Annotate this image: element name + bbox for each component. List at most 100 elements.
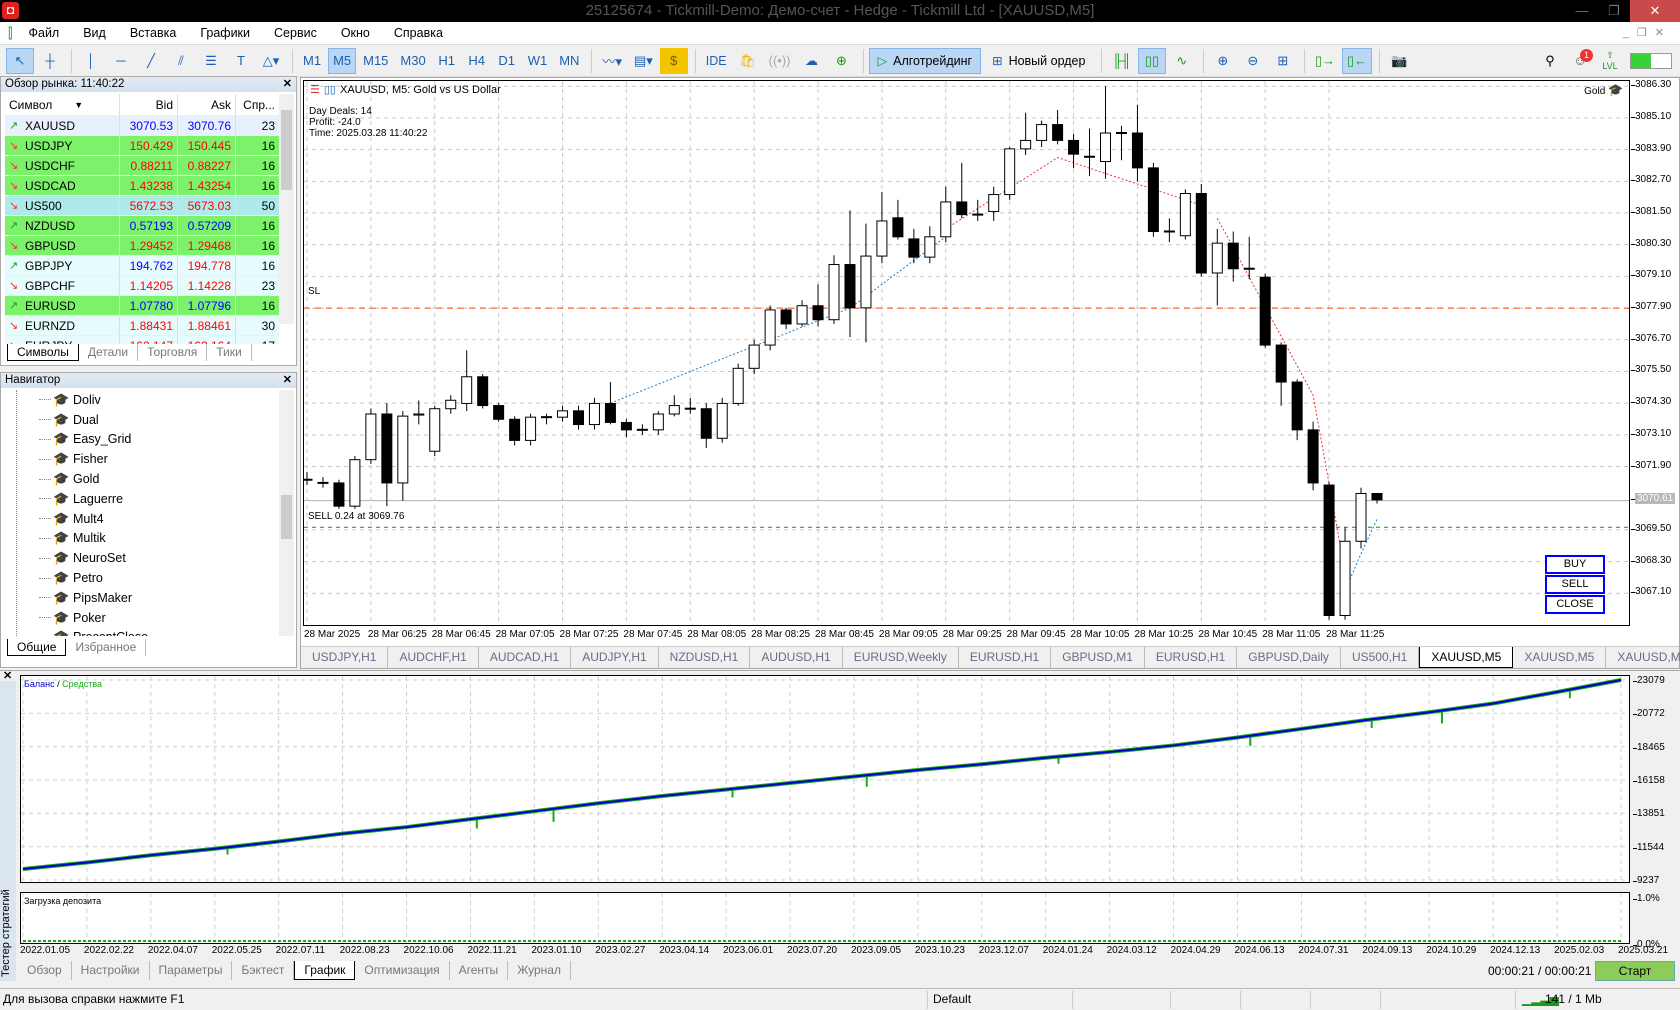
navigator-item[interactable]: 🎓 Laguerre <box>17 489 292 509</box>
screenshot-icon[interactable]: 📷 <box>1385 48 1413 74</box>
column-bid[interactable]: Bid <box>119 94 177 115</box>
tab-2[interactable]: AUDCAD,H1 <box>479 647 572 668</box>
zoom-in-icon[interactable]: ⊕ <box>1209 48 1237 74</box>
tile-windows-icon[interactable]: ⊞ <box>1269 48 1297 74</box>
navigator-item[interactable]: 🎓 Multik <box>17 529 292 549</box>
timeframe-m15[interactable]: M15 <box>358 48 393 74</box>
deposit-load-chart[interactable]: Загрузка депозита <box>20 892 1630 944</box>
close-button[interactable]: ✕ <box>1630 0 1680 22</box>
mdi-controls[interactable]: _❐✕ <box>1623 26 1672 39</box>
table-row[interactable]: ↗ EURUSD 1.07780 1.07796 16 <box>5 296 279 316</box>
table-row[interactable]: ↗ NZDUSD 0.57193 0.57209 16 <box>5 216 279 236</box>
timeframe-m30[interactable]: M30 <box>395 48 430 74</box>
shapes-icon[interactable]: △▾ <box>257 48 285 74</box>
column-spread[interactable]: Спр... <box>235 94 279 115</box>
tab-7[interactable]: Журнал <box>508 961 571 980</box>
notifications-icon[interactable]: ☺ 1 <box>1566 48 1594 74</box>
dollar-icon[interactable]: $ <box>659 47 688 74</box>
timeframe-d1[interactable]: D1 <box>493 48 521 74</box>
close-icon[interactable]: ✕ <box>3 669 12 682</box>
price-chart[interactable]: ☰ ▯▯ XAUUSD, M5: Gold vs US Dollar Day D… <box>303 80 1630 626</box>
navigator-item[interactable]: 🎓 PipsMaker <box>17 588 292 608</box>
navigator-item[interactable]: 🎓ProcentClose <box>17 628 292 636</box>
ide-button[interactable]: IDE <box>701 48 732 74</box>
signals-icon[interactable]: ((•)) <box>764 48 796 74</box>
tab-5[interactable]: Оптимизация <box>355 961 450 980</box>
navigator-item[interactable]: 🎓 Petro <box>17 568 292 588</box>
tab-1[interactable]: AUDCHF,H1 <box>388 647 479 668</box>
tab-1[interactable]: Избранное <box>66 639 147 656</box>
start-button[interactable]: Старт <box>1595 961 1675 981</box>
tab-0[interactable]: Общие <box>7 639 67 656</box>
search-icon[interactable]: ⚲ <box>1536 48 1564 74</box>
navigator-item[interactable]: 🎓 Fisher <box>17 449 292 469</box>
chart-type-icon[interactable]: 〰▾ <box>597 48 627 74</box>
tab-11[interactable]: US500,H1 <box>1341 647 1420 668</box>
tab-13[interactable]: XAUUSD,M5 <box>1513 647 1607 668</box>
chart-list-icon[interactable]: ☰ <box>310 83 320 96</box>
column-ask[interactable]: Ask <box>177 94 235 115</box>
table-row[interactable]: ↘EURJPY162.147162.16417 <box>5 336 279 344</box>
balance-chart[interactable]: Баланс / Средства <box>20 675 1630 883</box>
autoscroll-icon[interactable]: ▯→ <box>1310 48 1340 74</box>
tab-1[interactable]: Настройки <box>72 961 150 980</box>
add-signal-icon[interactable]: ⊕ <box>828 48 856 74</box>
tab-12[interactable]: XAUUSD,M5 <box>1419 647 1514 668</box>
table-row[interactable]: ↘ USDCHF 0.88211 0.88227 16 <box>5 156 279 176</box>
menu-item[interactable]: Файл <box>16 26 71 40</box>
menu-item[interactable]: Окно <box>329 26 382 40</box>
timeframe-w1[interactable]: W1 <box>523 48 553 74</box>
candlestick-icon[interactable]: ▯▯ <box>1137 47 1166 74</box>
fibonacci-icon[interactable]: ☰ <box>197 48 225 74</box>
scrollbar[interactable] <box>279 94 294 324</box>
tab-9[interactable]: EURUSD,H1 <box>1145 647 1238 668</box>
close-icon[interactable]: ✕ <box>283 77 292 92</box>
tab-10[interactable]: GBPUSD,Daily <box>1237 647 1341 668</box>
tab-6[interactable]: Агенты <box>450 961 509 980</box>
buy-button[interactable]: BUY <box>1545 555 1605 574</box>
sell-button[interactable]: SELL <box>1545 575 1605 594</box>
column-symbol[interactable]: Символ ▼ <box>5 94 119 115</box>
lvl-icon[interactable]: ⇧ LVL <box>1596 48 1624 74</box>
text-tool-icon[interactable]: T <box>227 48 255 74</box>
table-row[interactable]: ↗ XAUUSD 3070.53 3070.76 23 <box>5 116 279 136</box>
close-position-button[interactable]: CLOSE <box>1545 595 1605 614</box>
navigator-item[interactable]: 🎓 Dual <box>17 410 292 430</box>
vertical-line-icon[interactable]: │ <box>77 48 105 74</box>
table-row[interactable]: ↘ USDCAD 1.43238 1.43254 16 <box>5 176 279 196</box>
chart-menu-icon[interactable]: ⫿ <box>8 25 12 42</box>
tab-2[interactable]: Торговля <box>138 344 208 361</box>
timeframe-m1[interactable]: M1 <box>298 48 326 74</box>
tab-0[interactable]: Символы <box>7 344 79 361</box>
indicators-icon[interactable]: ▤▾ <box>629 48 658 74</box>
close-icon[interactable]: ✕ <box>283 373 292 388</box>
maximize-button[interactable]: ❐ <box>1598 0 1630 22</box>
tab-3[interactable]: Тики <box>207 344 252 361</box>
timeframe-mn[interactable]: MN <box>554 48 584 74</box>
table-row[interactable]: ↘ GBPUSD 1.29452 1.29468 16 <box>5 236 279 256</box>
table-row[interactable]: ↘ USDJPY 150.429 150.445 16 <box>5 136 279 156</box>
menu-item[interactable]: Графики <box>188 26 262 40</box>
menu-item[interactable]: Сервис <box>262 26 329 40</box>
ea-badge[interactable]: Gold 🎓 <box>1584 83 1623 97</box>
navigator-item[interactable]: 🎓 Poker <box>17 608 292 628</box>
menu-item[interactable]: Справка <box>382 26 455 40</box>
table-row[interactable]: ↘ GBPCHF 1.14205 1.14228 23 <box>5 276 279 296</box>
horizontal-line-icon[interactable]: ─ <box>107 48 135 74</box>
navigator-item[interactable]: 🎓 NeuroSet <box>17 548 292 568</box>
tab-14[interactable]: XAUUSD,M5 <box>1606 647 1680 668</box>
tab-0[interactable]: Обзор <box>18 961 72 980</box>
cursor-tool-icon[interactable]: ↖ <box>6 47 34 74</box>
new-order-button[interactable]: ⊞ Новый ордер <box>983 48 1094 74</box>
tab-3[interactable]: AUDJPY,H1 <box>571 647 659 668</box>
tab-4[interactable]: NZDUSD,H1 <box>659 647 751 668</box>
tab-0[interactable]: USDJPY,H1 <box>301 647 389 668</box>
bar-chart-icon[interactable]: ╟╢ <box>1107 48 1135 74</box>
line-chart-icon[interactable]: ∿ <box>1168 48 1196 74</box>
trendline-icon[interactable]: ╱ <box>137 48 165 74</box>
menu-item[interactable]: Вставка <box>118 26 188 40</box>
zoom-out-icon[interactable]: ⊖ <box>1239 48 1267 74</box>
market-bag-icon[interactable]: 🛍 <box>734 48 762 74</box>
tab-7[interactable]: EURUSD,H1 <box>959 647 1052 668</box>
tab-4[interactable]: График <box>294 961 356 980</box>
